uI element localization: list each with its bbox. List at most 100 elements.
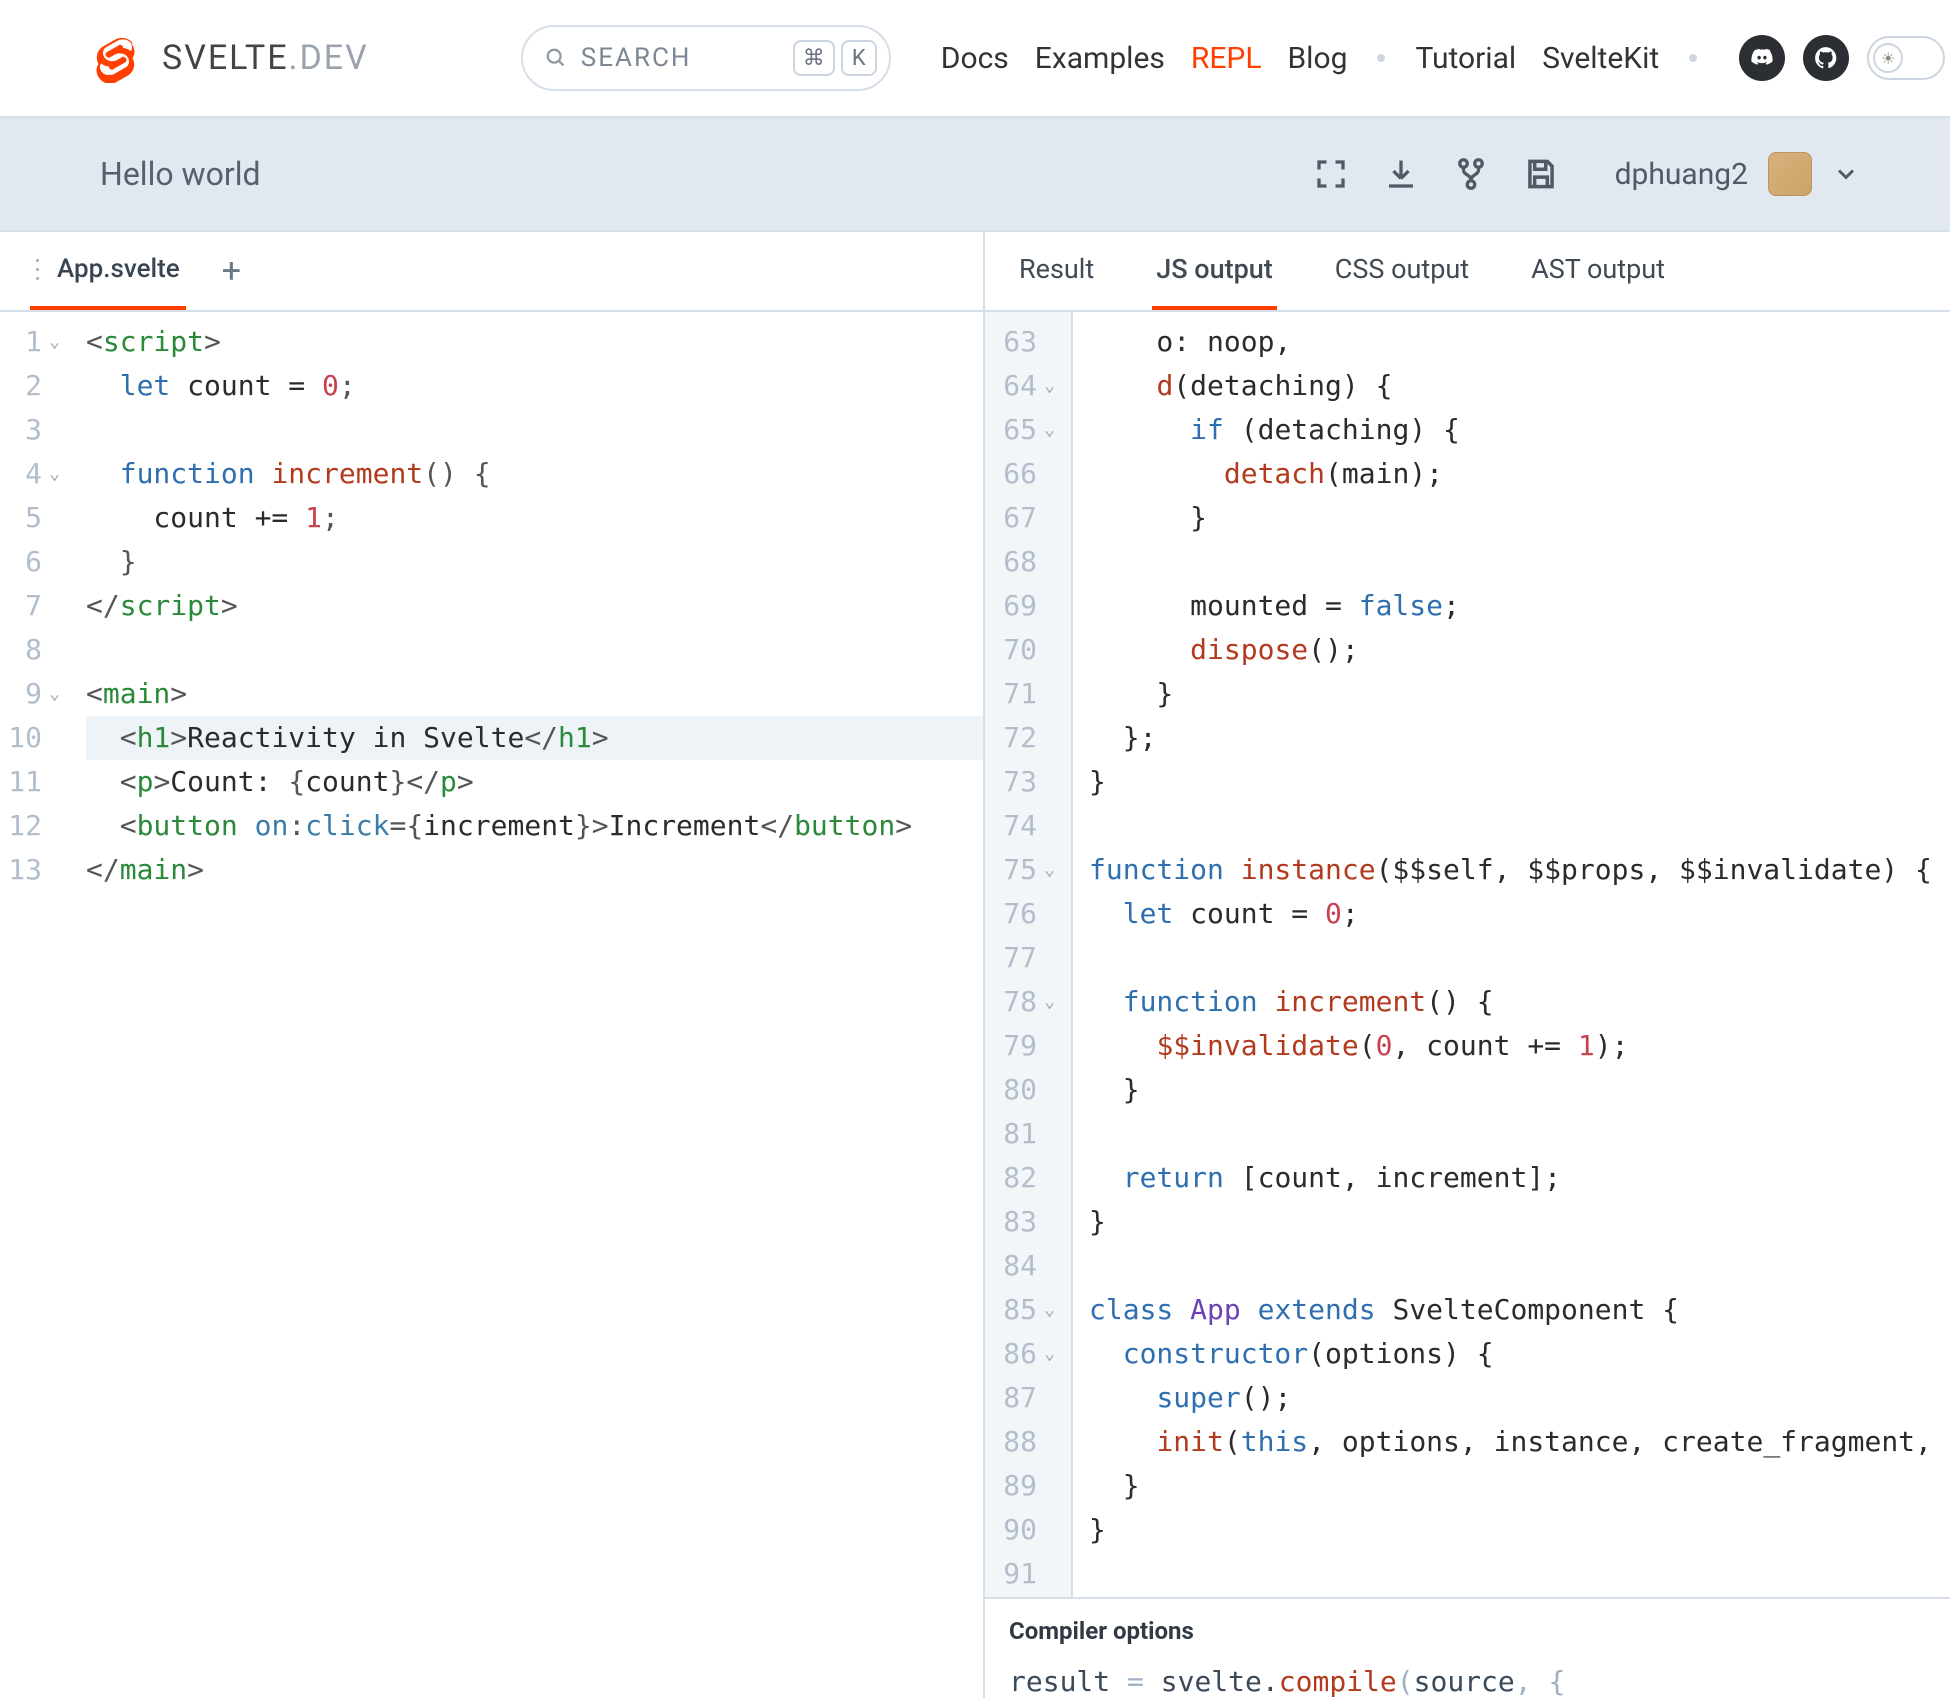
- code-line[interactable]: [1089, 804, 1950, 848]
- nav-link-docs[interactable]: Docs: [941, 41, 1009, 76]
- search-placeholder: SEARCH: [581, 43, 779, 73]
- output-tab-result[interactable]: Result: [1015, 232, 1098, 310]
- left-pane: App.svelte + 1⌄234⌄56789⌄10111213 <script…: [0, 232, 985, 1698]
- code-line[interactable]: function increment() {: [86, 452, 983, 496]
- brand[interactable]: SVELTE.DEV: [90, 33, 369, 83]
- code-line[interactable]: constructor(options) {: [1089, 1332, 1950, 1376]
- nav-links: Docs Examples REPL Blog Tutorial SvelteKit: [941, 41, 1701, 76]
- compiler-options[interactable]: Compiler options result = svelte.compile…: [985, 1597, 1950, 1698]
- code-line[interactable]: }: [1089, 1508, 1950, 1552]
- fold-icon[interactable]: ⌄: [1044, 980, 1055, 1024]
- code-line[interactable]: class App extends SvelteComponent {: [1089, 1288, 1950, 1332]
- code-line[interactable]: [86, 628, 983, 672]
- code-line[interactable]: super();: [1089, 1376, 1950, 1420]
- fold-icon[interactable]: ⌄: [1044, 1288, 1055, 1332]
- code-line[interactable]: [1089, 1244, 1950, 1288]
- code-line[interactable]: function increment() {: [1089, 980, 1950, 1024]
- code-line[interactable]: mounted = false;: [1089, 584, 1950, 628]
- add-file-button[interactable]: +: [222, 251, 241, 291]
- drag-handle-icon[interactable]: [36, 259, 39, 280]
- output-tabs: Result JS output CSS output AST output: [985, 232, 1950, 312]
- compiler-snippet: result = svelte.compile(source, {: [1009, 1665, 1926, 1698]
- code-line[interactable]: o: noop,: [1089, 320, 1950, 364]
- code-line[interactable]: </script>: [86, 584, 983, 628]
- code-line[interactable]: $$invalidate(0, count += 1);: [1089, 1024, 1950, 1068]
- fold-icon[interactable]: ⌄: [49, 452, 60, 496]
- fold-icon[interactable]: ⌄: [49, 320, 60, 364]
- nav-icons: ☀: [1739, 35, 1945, 81]
- gutter: 6364⌄65⌄66676869707172737475⌄767778⌄7980…: [985, 312, 1073, 1597]
- file-tabs: App.svelte +: [0, 232, 983, 312]
- output-tab-js-output[interactable]: JS output: [1152, 232, 1277, 310]
- svelte-logo-icon: [90, 33, 140, 83]
- code-line[interactable]: }: [1089, 672, 1950, 716]
- output-tab-ast-output[interactable]: AST output: [1527, 232, 1669, 310]
- fold-icon[interactable]: ⌄: [1044, 364, 1055, 408]
- code-line[interactable]: function instance($$self, $$props, $$inv…: [1089, 848, 1950, 892]
- fork-icon[interactable]: [1451, 154, 1491, 194]
- download-icon[interactable]: [1381, 154, 1421, 194]
- code-line[interactable]: }: [1089, 760, 1950, 804]
- save-icon[interactable]: [1521, 154, 1561, 194]
- file-tab[interactable]: App.svelte: [30, 232, 186, 310]
- fold-icon[interactable]: ⌄: [1044, 848, 1055, 892]
- user-menu[interactable]: dphuang2: [1615, 152, 1860, 196]
- code-line[interactable]: let count = 0;: [1089, 892, 1950, 936]
- code-line[interactable]: d(detaching) {: [1089, 364, 1950, 408]
- avatar: [1768, 152, 1812, 196]
- code-line[interactable]: <button on:click={increment}>Increment</…: [86, 804, 983, 848]
- code-line[interactable]: };: [1089, 716, 1950, 760]
- repl-title[interactable]: Hello world: [100, 155, 261, 193]
- code-line[interactable]: let count = 0;: [86, 364, 983, 408]
- code-line[interactable]: count += 1;: [86, 496, 983, 540]
- nav-link-examples[interactable]: Examples: [1035, 41, 1165, 76]
- fold-icon[interactable]: ⌄: [49, 672, 60, 716]
- code-line[interactable]: [1089, 1552, 1950, 1596]
- split-panes: App.svelte + 1⌄234⌄56789⌄10111213 <script…: [0, 232, 1950, 1698]
- code-line[interactable]: dispose();: [1089, 628, 1950, 672]
- code-line[interactable]: init(this, options, instance, create_fra…: [1089, 1420, 1950, 1464]
- code-line[interactable]: [1089, 936, 1950, 980]
- search-icon: [545, 47, 567, 69]
- gutter: 1⌄234⌄56789⌄10111213: [0, 312, 76, 1698]
- output-editor[interactable]: 6364⌄65⌄66676869707172737475⌄767778⌄7980…: [985, 312, 1950, 1597]
- code-line[interactable]: <main>: [86, 672, 983, 716]
- discord-icon[interactable]: [1739, 35, 1785, 81]
- repl-header: Hello world dphuang2: [0, 118, 1950, 232]
- code-area[interactable]: <script> let count = 0; function increme…: [76, 312, 983, 1698]
- code-line[interactable]: [86, 408, 983, 452]
- nav-link-tutorial[interactable]: Tutorial: [1415, 41, 1516, 76]
- code-line[interactable]: }: [1089, 496, 1950, 540]
- nav-link-repl[interactable]: REPL: [1191, 41, 1262, 76]
- fold-icon[interactable]: ⌄: [1044, 1332, 1055, 1376]
- fold-icon[interactable]: ⌄: [1044, 408, 1055, 452]
- code-line[interactable]: }: [1089, 1068, 1950, 1112]
- code-line[interactable]: }: [1089, 1200, 1950, 1244]
- output-tab-css-output[interactable]: CSS output: [1331, 232, 1473, 310]
- nav-separator: [1377, 54, 1385, 62]
- theme-toggle[interactable]: ☀: [1867, 36, 1945, 80]
- code-line[interactable]: [1089, 1112, 1950, 1156]
- code-line[interactable]: [1089, 540, 1950, 584]
- code-line[interactable]: <p>Count: {count}</p>: [86, 760, 983, 804]
- code-line[interactable]: }: [86, 540, 983, 584]
- code-line[interactable]: </main>: [86, 848, 983, 892]
- code-line[interactable]: return [count, increment];: [1089, 1156, 1950, 1200]
- code-line[interactable]: <script>: [86, 320, 983, 364]
- code-line[interactable]: }: [1089, 1464, 1950, 1508]
- repl-actions: dphuang2: [1311, 152, 1860, 196]
- search-input[interactable]: SEARCH ⌘ K: [521, 25, 891, 91]
- code-line[interactable]: <h1>Reactivity in Svelte</h1>: [86, 716, 983, 760]
- nav-link-sveltekit[interactable]: SvelteKit: [1542, 41, 1659, 76]
- compiler-options-heading: Compiler options: [1009, 1617, 1926, 1645]
- code-line[interactable]: detach(main);: [1089, 452, 1950, 496]
- right-pane: Result JS output CSS output AST output 6364…: [985, 232, 1950, 1698]
- github-icon[interactable]: [1803, 35, 1849, 81]
- code-area[interactable]: o: noop, d(detaching) { if (detaching) {…: [1073, 312, 1950, 1597]
- nav-link-blog[interactable]: Blog: [1287, 41, 1347, 76]
- sun-icon: ☀: [1873, 43, 1903, 73]
- fullscreen-icon[interactable]: [1311, 154, 1351, 194]
- username: dphuang2: [1615, 157, 1748, 192]
- source-editor[interactable]: 1⌄234⌄56789⌄10111213 <script> let count …: [0, 312, 983, 1698]
- code-line[interactable]: if (detaching) {: [1089, 408, 1950, 452]
